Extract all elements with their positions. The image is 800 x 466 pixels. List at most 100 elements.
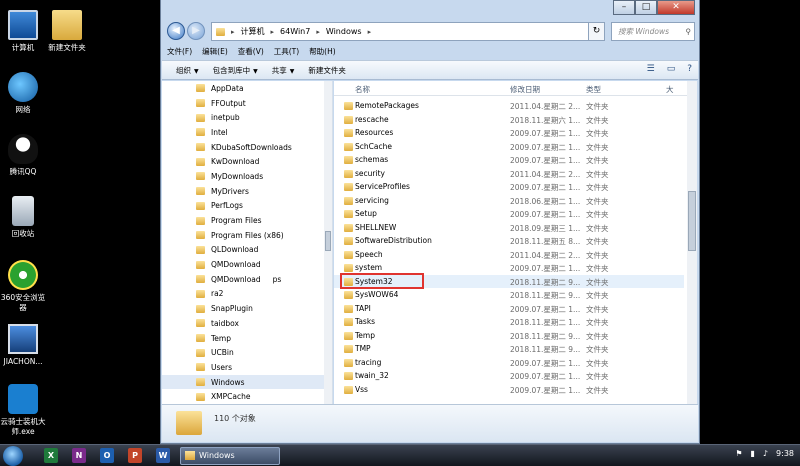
file-row[interactable]: TAPI 2009.07.星期二 1... 文件夹 (334, 302, 684, 316)
desktop-icon-jiachon[interactable]: JIACHON... (0, 324, 46, 367)
file-row[interactable]: SHELLNEW 2018.09.星期三 1... 文件夹 (334, 221, 684, 235)
file-row[interactable]: RemotePackages 2011.04.星期二 2... 文件夹 (334, 99, 684, 113)
tree-item[interactable]: FFOutput (162, 96, 332, 111)
tree-item[interactable]: inetpub (162, 110, 332, 125)
tree-item[interactable]: QMDownload (162, 257, 332, 272)
tree-item-selected[interactable]: Windows (162, 374, 332, 390)
file-row[interactable]: Temp 2018.11.星期二 9... 文件夹 (334, 329, 684, 343)
start-button[interactable] (3, 446, 23, 466)
new-folder-button[interactable]: 新建文件夹 (308, 65, 346, 76)
column-header-type[interactable]: 类型 (586, 84, 601, 95)
tree-item[interactable]: KwDownload (162, 154, 332, 169)
scrollbar-thumb[interactable] (688, 191, 696, 251)
desktop-icon-new-folder[interactable]: 新建文件夹 (44, 10, 90, 53)
tree-item[interactable]: Program Files (x86) (162, 228, 332, 243)
file-row[interactable]: rescache 2018.11.星期六 1... 文件夹 (334, 113, 684, 127)
column-header-name[interactable]: 名称 (355, 84, 370, 95)
menu-view[interactable]: 查看(V) (238, 46, 264, 60)
folder-icon (344, 196, 353, 205)
file-row[interactable]: security 2011.04.星期二 2... 文件夹 (334, 167, 684, 181)
tree-item[interactable]: Intel (162, 125, 332, 140)
organize-button[interactable]: 组织 ▼ (176, 65, 199, 76)
tree-item[interactable]: Temp (162, 331, 332, 346)
search-input[interactable]: 搜索 Windows ⚲ (611, 22, 695, 41)
desktop-icon-360-browser[interactable]: 360安全浏览器 (0, 260, 46, 313)
tree-item[interactable]: PerfLogs (162, 199, 332, 214)
chevron-right-icon: ▸ (231, 27, 235, 36)
network-icon (8, 72, 38, 102)
file-row[interactable]: Tasks 2018.11.星期二 1... 文件夹 (334, 315, 684, 329)
tree-item[interactable]: QLDownload (162, 243, 332, 258)
onenote-icon[interactable]: N (72, 448, 86, 463)
menu-help[interactable]: 帮助(H) (309, 46, 336, 60)
share-button[interactable]: 共享 ▼ (272, 65, 295, 76)
include-in-library-button[interactable]: 包含到库中 ▼ (213, 65, 258, 76)
file-row[interactable]: Speech 2011.04.星期二 2... 文件夹 (334, 248, 684, 262)
close-button[interactable]: ✕ (657, 0, 695, 15)
forward-button[interactable]: ▶ (187, 22, 205, 40)
menu-edit[interactable]: 编辑(E) (202, 46, 228, 60)
desktop-icon-yunqishi[interactable]: 云骑士装机大师.exe (0, 384, 46, 437)
view-options-icon[interactable]: ☰ (647, 64, 655, 74)
volume-icon[interactable]: ♪ (763, 449, 768, 458)
file-row[interactable]: ServiceProfiles 2009.07.星期二 1... 文件夹 (334, 180, 684, 194)
tree-item[interactable]: MyDownloads (162, 169, 332, 184)
clock[interactable]: 9:38 (776, 449, 794, 458)
tree-item[interactable]: UCBin (162, 345, 332, 360)
breadcrumb-64win7[interactable]: 64Win7 (280, 27, 310, 36)
refresh-button[interactable]: ↻ (589, 22, 605, 41)
tree-item[interactable]: taidbox (162, 316, 332, 331)
file-row[interactable]: twain_32 2009.07.星期二 1... 文件夹 (334, 369, 684, 383)
column-header-size[interactable]: 大 (666, 84, 674, 95)
network-tray-icon[interactable]: ▮ (751, 449, 755, 458)
file-row[interactable]: schemas 2009.07.星期二 1... 文件夹 (334, 153, 684, 167)
tree-item[interactable]: MyDrivers (162, 184, 332, 199)
tray-flag-icon[interactable]: ⚑ (735, 449, 742, 458)
tree-item[interactable]: Users (162, 360, 332, 375)
menu-tools[interactable]: 工具(T) (274, 46, 299, 60)
file-row[interactable]: TMP 2018.11.星期二 9... 文件夹 (334, 342, 684, 356)
tree-item[interactable]: KDubaSoftDownloads (162, 140, 332, 155)
tree-item[interactable]: QMDownload ps (162, 272, 332, 287)
desktop-icon-recycle-bin[interactable]: 回收站 (0, 196, 46, 239)
help-icon[interactable]: ? (687, 64, 692, 74)
desktop-icon-network[interactable]: 网络 (0, 72, 46, 115)
taskbar-window-explorer[interactable]: Windows (180, 447, 280, 465)
address-bar[interactable]: ▸ 计算机 ▸ 64Win7 ▸ Windows ▸ (211, 22, 589, 41)
back-button[interactable]: ◀ (167, 22, 185, 40)
powerpoint-icon[interactable]: P (128, 448, 142, 463)
column-header-date[interactable]: 修改日期 (510, 84, 540, 95)
desktop-icon-qq[interactable]: 腾讯QQ (0, 134, 46, 177)
file-row[interactable]: servicing 2018.06.星期二 1... 文件夹 (334, 194, 684, 208)
outlook-icon[interactable]: O (100, 448, 114, 463)
scrollbar-thumb[interactable] (325, 231, 331, 251)
chevron-down-icon: ▼ (194, 67, 199, 75)
maximize-button[interactable]: □ (635, 0, 657, 15)
tree-item[interactable]: Program Files (162, 213, 332, 228)
file-row[interactable]: tracing 2009.07.星期二 1... 文件夹 (334, 356, 684, 370)
file-row-system32[interactable]: System32 2018.11.星期二 9... 文件夹 (334, 272, 684, 289)
file-row[interactable]: SoftwareDistribution 2018.11.星期五 8... 文件夹 (334, 234, 684, 248)
menu-file[interactable]: 文件(F) (167, 46, 192, 60)
folder-icon (344, 291, 353, 299)
file-row[interactable]: Resources 2009.07.星期二 1... 文件夹 (334, 126, 684, 140)
tree-item[interactable]: AppData (162, 81, 332, 96)
desktop-icon-computer[interactable]: 计算机 (0, 10, 46, 53)
tree-item[interactable]: XMPCache (162, 389, 332, 404)
file-row[interactable]: SchCache 2009.07.星期二 1... 文件夹 (334, 140, 684, 154)
breadcrumb-computer[interactable]: 计算机 (241, 26, 265, 37)
tree-item[interactable]: ra2 (162, 287, 332, 302)
minimize-button[interactable]: – (613, 0, 635, 15)
breadcrumb-windows[interactable]: Windows (326, 27, 362, 36)
tree-item[interactable]: SnapPlugin (162, 301, 332, 316)
navigation-scrollbar[interactable] (324, 81, 332, 404)
file-row[interactable]: Setup 2009.07.星期二 1... 文件夹 (334, 207, 684, 221)
command-bar: 组织 ▼ 包含到库中 ▼ 共享 ▼ 新建文件夹 ☰ ▭ ? (162, 60, 698, 80)
excel-icon[interactable]: X (44, 448, 58, 463)
preview-pane-icon[interactable]: ▭ (667, 64, 676, 74)
file-list-scrollbar[interactable] (687, 81, 697, 404)
folder-icon (344, 358, 353, 367)
file-row[interactable]: Vss 2009.07.星期二 1... 文件夹 (334, 383, 684, 397)
file-row[interactable]: SysWOW64 2018.11.星期二 9... 文件夹 (334, 288, 684, 302)
word-icon[interactable]: W (156, 448, 170, 463)
